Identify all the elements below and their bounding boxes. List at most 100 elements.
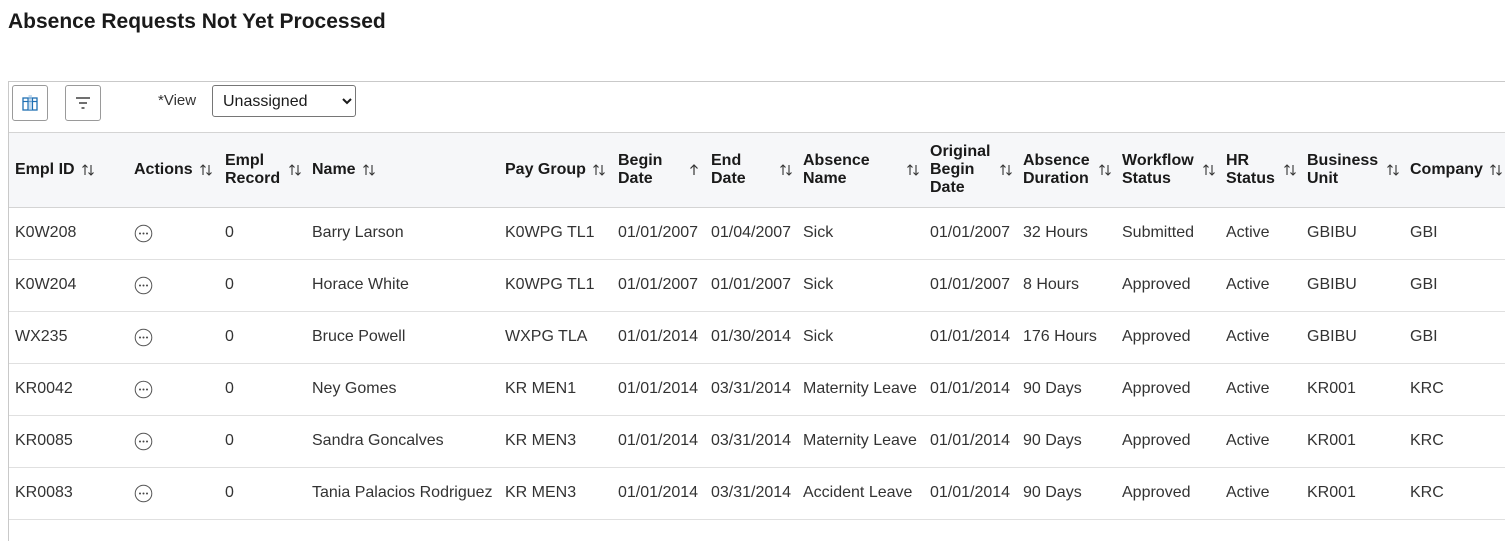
column-header-actions[interactable]: Actions: [128, 133, 219, 208]
cell-actions: [128, 207, 219, 260]
cell-pay-group: WXPG TLA: [499, 311, 612, 364]
cell-workflow-status: Approved: [1116, 311, 1220, 364]
cell-empl-id: KR0085: [9, 415, 128, 468]
cell-hr-status: Active: [1220, 363, 1301, 416]
column-header-label: Workflow Status: [1122, 151, 1194, 187]
grid-personalize-icon: [22, 95, 38, 111]
cell-empl-record: 0: [219, 259, 306, 312]
cell-empl-id: K0W204: [9, 259, 128, 312]
cell-business-unit: GBIBU: [1301, 207, 1404, 260]
column-header-begin-date[interactable]: Begin Date: [612, 133, 705, 208]
cell-absence-duration: 90 Days: [1017, 415, 1116, 468]
column-header-empl-record[interactable]: Empl Record: [219, 133, 306, 208]
cell-workflow-status: Approved: [1116, 467, 1220, 520]
more-actions-icon[interactable]: [134, 328, 153, 347]
view-label: *View: [158, 92, 197, 109]
column-header-hr-status[interactable]: HR Status: [1220, 133, 1301, 208]
column-header-label: Begin Date: [618, 151, 663, 187]
column-header-label: Company: [1410, 160, 1483, 178]
sort-toggle-icon[interactable]: [1202, 163, 1216, 177]
cell-original-begin-date: 01/01/2014: [924, 311, 1017, 364]
sort-toggle-icon[interactable]: [999, 163, 1013, 177]
cell-company: GBI: [1404, 259, 1505, 312]
more-actions-icon[interactable]: [134, 380, 153, 399]
cell-name: Tania Palacios Rodriguez: [306, 467, 499, 520]
column-header-name[interactable]: Name: [306, 133, 499, 208]
view-select[interactable]: Unassigned: [212, 85, 356, 117]
cell-name: Ney Gomes: [306, 363, 499, 416]
cell-empl-record: 0: [219, 415, 306, 468]
table-header-row: Empl ID Actions Empl Record Name Pay Group Be…: [9, 133, 1505, 208]
column-header-empl-id[interactable]: Empl ID: [9, 133, 128, 208]
sort-toggle-icon[interactable]: [779, 163, 793, 177]
cell-absence-duration: 32 Hours: [1017, 207, 1116, 260]
cell-begin-date: 01/01/2014: [612, 311, 705, 364]
column-header-absence-name[interactable]: Absence Name: [797, 133, 924, 208]
cell-begin-date: 01/01/2014: [612, 363, 705, 416]
cell-end-date: 01/01/2007: [705, 259, 797, 312]
more-actions-icon[interactable]: [134, 432, 153, 451]
sort-toggle-icon[interactable]: [1098, 163, 1112, 177]
cell-business-unit: GBIBU: [1301, 259, 1404, 312]
sort-toggle-icon[interactable]: [1283, 163, 1297, 177]
cell-actions: [128, 363, 219, 416]
more-actions-icon[interactable]: [134, 276, 153, 295]
more-actions-icon[interactable]: [134, 224, 153, 243]
cell-empl-id: KR0042: [9, 363, 128, 416]
cell-business-unit: GBIBU: [1301, 311, 1404, 364]
column-header-label: Absence Name: [803, 151, 870, 187]
cell-pay-group: KR MEN3: [499, 415, 612, 468]
column-header-pay-group[interactable]: Pay Group: [499, 133, 612, 208]
cell-workflow-status: Approved: [1116, 259, 1220, 312]
sort-ascending-icon[interactable]: [687, 163, 701, 177]
sort-toggle-icon[interactable]: [1386, 163, 1400, 177]
page-title: Absence Requests Not Yet Processed: [8, 10, 386, 33]
cell-original-begin-date: 01/01/2007: [924, 207, 1017, 260]
cell-absence-name: Maternity Leave: [797, 363, 924, 416]
column-header-absence-duration[interactable]: Absence Duration: [1017, 133, 1116, 208]
cell-absence-name: Accident Leave: [797, 467, 924, 520]
sort-toggle-icon[interactable]: [592, 163, 606, 177]
column-header-end-date[interactable]: End Date: [705, 133, 797, 208]
cell-pay-group: KR MEN3: [499, 467, 612, 520]
column-header-business-unit[interactable]: Business Unit: [1301, 133, 1404, 208]
sort-toggle-icon[interactable]: [906, 163, 920, 177]
table-row: KR0042 0 Ney Gomes KR MEN1 01/01/2014 03/31/2…: [9, 363, 1505, 416]
column-header-label: Name: [312, 160, 356, 178]
cell-begin-date: 01/01/2014: [612, 415, 705, 468]
sort-toggle-icon[interactable]: [362, 163, 376, 177]
filter-button[interactable]: [65, 85, 101, 121]
cell-absence-duration: 90 Days: [1017, 467, 1116, 520]
cell-hr-status: Active: [1220, 415, 1301, 468]
personalize-grid-button[interactable]: [12, 85, 48, 121]
absence-table: Empl ID Actions Empl Record Name Pay Group Be…: [9, 133, 1505, 520]
cell-workflow-status: Submitted: [1116, 207, 1220, 260]
cell-company: KRC: [1404, 467, 1505, 520]
sort-toggle-icon[interactable]: [288, 163, 302, 177]
cell-name: Sandra Goncalves: [306, 415, 499, 468]
cell-empl-record: 0: [219, 311, 306, 364]
cell-business-unit: KR001: [1301, 467, 1404, 520]
cell-hr-status: Active: [1220, 467, 1301, 520]
column-header-workflow-status[interactable]: Workflow Status: [1116, 133, 1220, 208]
table-row: K0W204 0 Horace White K0WPG TL1 01/01/2007 01…: [9, 259, 1505, 312]
column-header-company[interactable]: Company: [1404, 133, 1505, 208]
column-header-label: Original Begin Date: [930, 142, 991, 196]
cell-original-begin-date: 01/01/2014: [924, 363, 1017, 416]
column-header-label: Actions: [134, 160, 193, 178]
more-actions-icon[interactable]: [134, 484, 153, 503]
column-header-label: End Date: [711, 151, 746, 187]
sort-toggle-icon[interactable]: [1489, 163, 1503, 177]
column-header-original-begin-date[interactable]: Original Begin Date: [924, 133, 1017, 208]
cell-absence-duration: 8 Hours: [1017, 259, 1116, 312]
cell-absence-name: Sick: [797, 311, 924, 364]
column-header-label: Empl Record: [225, 151, 281, 187]
cell-actions: [128, 467, 219, 520]
cell-end-date: 03/31/2014: [705, 467, 797, 520]
cell-absence-duration: 176 Hours: [1017, 311, 1116, 364]
sort-toggle-icon[interactable]: [199, 163, 213, 177]
table-row: WX235 0 Bruce Powell WXPG TLA 01/01/2014 01/3…: [9, 311, 1505, 364]
cell-begin-date: 01/01/2014: [612, 467, 705, 520]
sort-toggle-icon[interactable]: [81, 163, 95, 177]
cell-absence-name: Sick: [797, 207, 924, 260]
